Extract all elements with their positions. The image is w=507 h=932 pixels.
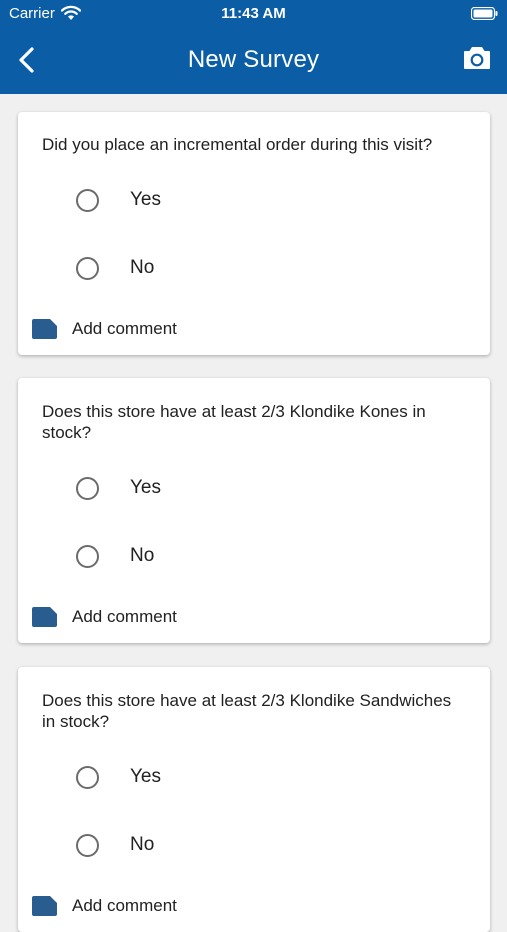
navigation-bar: New Survey xyxy=(0,28,507,94)
option-label: No xyxy=(130,834,155,855)
app-header: Carrier 11:43 AM New Survey xyxy=(0,0,507,94)
radio-button[interactable] xyxy=(76,766,99,789)
option-label: No xyxy=(130,257,155,278)
radio-button[interactable] xyxy=(76,834,99,857)
question-text: Does this store have at least 2/3 Klondi… xyxy=(42,691,452,731)
option-label: No xyxy=(130,545,155,566)
survey-question-card: Did you place an incremental order durin… xyxy=(18,112,490,355)
radio-button[interactable] xyxy=(76,545,99,568)
option-yes[interactable]: Yes xyxy=(74,179,334,223)
option-no[interactable]: No xyxy=(74,247,334,291)
battery-icon xyxy=(471,7,498,20)
radio-button[interactable] xyxy=(76,257,99,280)
add-comment-button[interactable]: Add comment xyxy=(32,892,232,922)
option-no[interactable]: No xyxy=(74,535,334,579)
status-bar: Carrier 11:43 AM xyxy=(0,0,507,28)
add-comment-button[interactable]: Add comment xyxy=(32,315,232,345)
note-icon xyxy=(32,896,57,916)
option-yes[interactable]: Yes xyxy=(74,756,334,800)
survey-question-card: Does this store have at least 2/3 Klondi… xyxy=(18,667,490,932)
radio-button[interactable] xyxy=(76,477,99,500)
question-text: Does this store have at least 2/3 Klondi… xyxy=(42,402,426,442)
status-time: 11:43 AM xyxy=(221,5,286,22)
note-icon xyxy=(32,607,57,627)
option-no[interactable]: No xyxy=(74,824,334,868)
option-label: Yes xyxy=(130,766,161,787)
page-title: New Survey xyxy=(187,46,320,73)
add-comment-label: Add comment xyxy=(72,896,177,915)
add-comment-label: Add comment xyxy=(72,319,177,338)
survey-question-card: Does this store have at least 2/3 Klondi… xyxy=(18,378,490,643)
add-comment-label: Add comment xyxy=(72,607,177,626)
option-label: Yes xyxy=(130,477,161,498)
question-text: Did you place an incremental order durin… xyxy=(42,135,433,154)
camera-button[interactable] xyxy=(463,46,491,70)
radio-button[interactable] xyxy=(76,189,99,212)
option-yes[interactable]: Yes xyxy=(74,467,334,511)
camera-icon xyxy=(464,47,490,69)
note-icon xyxy=(32,319,57,339)
add-comment-button[interactable]: Add comment xyxy=(32,603,232,633)
option-label: Yes xyxy=(130,189,161,210)
